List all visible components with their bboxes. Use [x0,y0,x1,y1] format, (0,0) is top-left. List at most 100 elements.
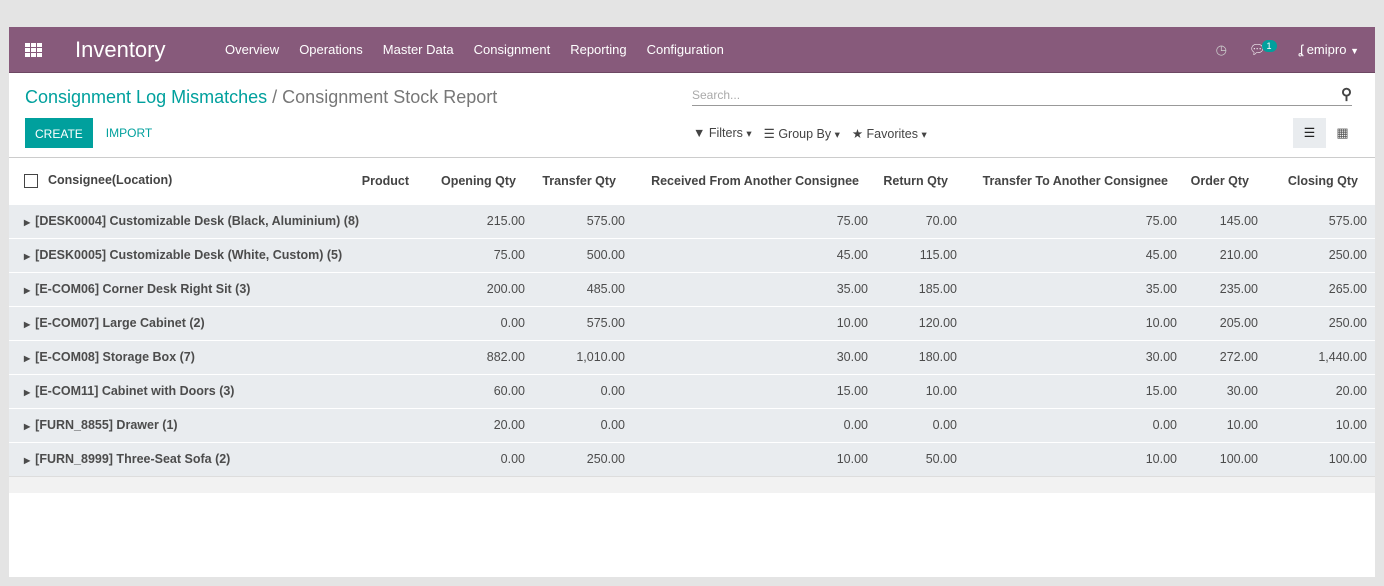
column-header[interactable]: Product [356,158,426,204]
import-button[interactable]: IMPORT [106,126,152,140]
table-cell: 200.00 [426,271,533,306]
favorites-label: Favorites [866,127,918,141]
column-header-label: Return Qty [883,173,948,188]
expand-caret-icon[interactable]: ▶ [24,252,30,261]
column-header[interactable]: Received From Another Consignee [633,158,876,204]
filters-label: Filters [708,126,743,140]
activity-clock-icon[interactable]: ◷ [1216,42,1227,58]
table-cell: 15.00 [965,373,1185,408]
list-view-button[interactable]: ☰ [1293,118,1326,148]
user-menu[interactable]: ʆ emipro ▼ [1299,42,1359,57]
column-header[interactable]: Opening Qty [426,158,533,204]
filter-icon: ▼ [693,126,706,140]
menu-operations[interactable]: Operations [299,42,363,57]
group-row[interactable]: ▶ [E-COM06] Corner Desk Right Sit (3) 200.… [9,271,1375,306]
table-cell: 75.00 [965,203,1185,238]
expand-caret-icon[interactable]: ▶ [24,354,30,363]
cell-value: 45.00 [836,248,868,262]
expand-caret-icon[interactable]: ▶ [24,456,30,465]
cell-value: 250.00 [1328,248,1367,262]
cell-value: 10.00 [1335,418,1367,432]
cell-value: 250.00 [1328,316,1367,330]
search-input[interactable]: Search... ⚲ [692,84,1352,106]
cell-value: 15.00 [836,384,868,398]
cell-value: 30.00 [836,350,868,364]
table-cell [356,441,426,476]
cell-value: 10.00 [1145,316,1177,330]
group-row[interactable]: ▶ [E-COM08] Storage Box (7) 882.00 1,010.00… [9,339,1375,374]
column-header[interactable]: Closing Qty [1266,158,1375,204]
cell-value: 120.00 [918,316,957,330]
menu-consignment[interactable]: Consignment [474,42,551,57]
breadcrumb-parent[interactable]: Consignment Log Mismatches [25,87,267,107]
cell-value: 575.00 [586,214,625,228]
expand-caret-icon[interactable]: ▶ [24,422,30,431]
expand-caret-icon[interactable]: ▶ [24,218,30,227]
group-row[interactable]: ▶ [FURN_8999] Three-Seat Sofa (2) 0.00 250.… [9,441,1375,476]
menu-configuration[interactable]: Configuration [647,42,724,57]
expand-caret-icon[interactable]: ▶ [24,320,30,329]
column-header-label: Transfer To Another Consignee [982,173,1168,188]
column-header[interactable]: Transfer Qty [533,158,633,204]
table-cell: 0.00 [533,373,633,408]
table-cell: 0.00 [426,441,533,476]
menu-master-data[interactable]: Master Data [383,42,454,57]
table-cell: 10.00 [1185,407,1266,442]
column-header-label: Closing Qty [1287,173,1358,188]
group-row[interactable]: ▶ [FURN_8855] Drawer (1) 20.00 0.00 0.00 0.00… [9,407,1375,442]
table-cell [356,237,426,272]
create-button[interactable]: CREATE [25,118,93,148]
messages-button[interactable]: 💬︎1 [1249,39,1277,58]
cell-value: 1,440.00 [1318,350,1367,364]
table-cell: ▶ [E-COM08] Storage Box (7) [9,339,356,374]
column-header[interactable]: Consignee(Location) [9,158,356,204]
cell-value: 10.00 [925,384,957,398]
cell-value: 35.00 [836,282,868,296]
group-row[interactable]: ▶ [DESK0005] Customizable Desk (White, Cu… [9,237,1375,272]
group-row[interactable]: ▶ [DESK0004] Customizable Desk (Black, Al… [9,203,1375,238]
cell-value: 265.00 [1328,282,1367,296]
column-header[interactable]: Return Qty [876,158,965,204]
cell-value: 75.00 [836,214,868,228]
pivot-view-button[interactable]: ▦ [1326,118,1359,148]
search-icon[interactable]: ⚲ [1341,85,1352,103]
filters-dropdown[interactable]: ▼ Filters ▾ [693,126,752,141]
apps-menu-icon[interactable] [25,42,43,57]
main-menu: Overview Operations Master Data Consignm… [225,42,724,57]
table-cell [356,373,426,408]
favorites-dropdown[interactable]: ★ Favorites ▾ [852,126,927,141]
cell-value: 272.00 [1219,350,1258,364]
column-header-label: Product [361,173,409,188]
menu-reporting[interactable]: Reporting [570,42,626,57]
table-cell: 60.00 [426,373,533,408]
table-cell: 250.00 [533,441,633,476]
cell-value: 0.00 [500,452,525,467]
table-cell: 35.00 [965,271,1185,306]
table-cell: 100.00 [1266,441,1375,476]
breadcrumb: Consignment Log Mismatches / Consignment… [25,87,497,108]
table-cell: 100.00 [1185,441,1266,476]
expand-caret-icon[interactable]: ▶ [24,388,30,397]
expand-caret-icon[interactable]: ▶ [24,286,30,295]
menu-overview[interactable]: Overview [225,42,279,57]
cell-value: 0.00 [600,418,625,432]
group-row[interactable]: ▶ [E-COM07] Large Cabinet (2) 0.00 575.00 10… [9,305,1375,340]
cell-value: 10.00 [1145,452,1177,467]
group-row[interactable]: ▶ [E-COM11] Cabinet with Doors (3) 60.00 0.… [9,373,1375,408]
select-all-checkbox[interactable] [24,174,38,189]
table-cell: 20.00 [1266,373,1375,408]
cell-value: 20.00 [1335,384,1367,398]
cell-value: 485.00 [586,282,625,296]
table-cell: 500.00 [533,237,633,272]
table-cell: 250.00 [1266,305,1375,340]
cell-value: 235.00 [1219,282,1258,296]
cell-value: 45.00 [1145,248,1177,262]
group-by-dropdown[interactable]: ☰ Group By ▾ [764,126,840,141]
cell-value: 15.00 [1145,384,1177,398]
table-cell: 180.00 [876,339,965,374]
cell-value: [FURN_8999] Three-Seat Sofa (2) [35,452,231,467]
column-header[interactable]: Order Qty [1185,158,1266,204]
breadcrumb-current: Consignment Stock Report [282,87,498,107]
table-cell [356,271,426,306]
column-header[interactable]: Transfer To Another Consignee [965,158,1185,204]
